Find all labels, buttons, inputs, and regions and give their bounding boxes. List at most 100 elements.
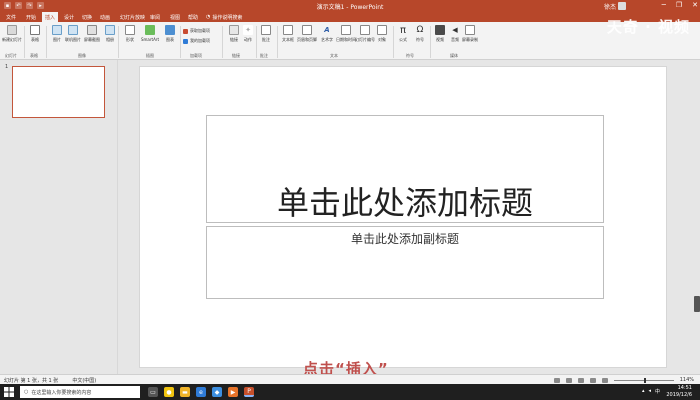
powerpoint-icon[interactable]: P bbox=[244, 387, 254, 397]
app-blue-icon[interactable]: ◆ bbox=[212, 387, 222, 397]
tab-help[interactable]: 帮助 bbox=[188, 14, 198, 21]
pictures-label: 图片 bbox=[53, 37, 61, 42]
language-indicator[interactable]: 中文(中国) bbox=[72, 377, 96, 384]
minimize-button[interactable]: ─ bbox=[662, 1, 666, 9]
tab-transitions[interactable]: 切换 bbox=[82, 14, 92, 21]
group-label-text: 文本 bbox=[330, 53, 338, 58]
my-addins-label: 我的加载项 bbox=[190, 38, 210, 43]
screen-recording-button[interactable]: 屏幕录制 bbox=[460, 25, 480, 43]
maximize-button[interactable]: ❐ bbox=[676, 1, 682, 9]
online-pictures-label: 联机图片 bbox=[65, 37, 81, 42]
date-time-button[interactable]: 日期和时间 bbox=[336, 25, 356, 43]
symbol-label: 符号 bbox=[416, 37, 424, 42]
ime-indicator[interactable]: 中 bbox=[655, 388, 660, 395]
smartart-button[interactable]: SmartArt bbox=[140, 25, 160, 42]
group-label-symbols: 符号 bbox=[406, 53, 414, 58]
close-button[interactable]: ✕ bbox=[692, 1, 698, 9]
status-bar: 幻灯片 第 1 张，共 1 张 中文(中国) 114% bbox=[0, 374, 700, 384]
slide-canvas: 单击此处添加标题 单击此处添加副标题 bbox=[118, 60, 694, 374]
zoom-knob[interactable] bbox=[643, 377, 646, 383]
normal-view-icon[interactable] bbox=[565, 377, 572, 383]
subtitle-placeholder[interactable]: 单击此处添加副标题 bbox=[206, 226, 604, 299]
file-explorer-icon[interactable]: ▬ bbox=[180, 387, 190, 397]
get-addins-button[interactable]: 获取加载项 bbox=[183, 28, 210, 34]
task-view-icon[interactable]: ▭ bbox=[148, 387, 158, 397]
reading-view-icon[interactable] bbox=[589, 377, 596, 383]
taskbar-clock[interactable]: 14:51 2019/12/6 bbox=[666, 385, 692, 399]
tab-file[interactable]: 文件 bbox=[6, 14, 16, 21]
tell-me-box[interactable]: ◔ 操作说明搜索 bbox=[206, 14, 242, 21]
group-label-media: 媒体 bbox=[450, 53, 458, 58]
network-icon[interactable]: ▴ bbox=[642, 388, 645, 395]
tab-slideshow[interactable]: 幻灯片放映 bbox=[120, 14, 145, 21]
watermark-logo: 天奇 · 视频 bbox=[606, 18, 690, 36]
volume-icon[interactable]: ◂ bbox=[648, 388, 651, 395]
edge-icon[interactable]: e bbox=[196, 387, 206, 397]
audio-label: 音频 bbox=[451, 37, 459, 42]
screen-recording-icon bbox=[465, 25, 475, 35]
table-label: 表格 bbox=[31, 37, 39, 42]
slide-sorter-icon[interactable] bbox=[577, 377, 584, 383]
slide[interactable]: 单击此处添加标题 单击此处添加副标题 bbox=[139, 66, 667, 368]
album-icon bbox=[105, 25, 115, 35]
clock-time: 14:51 bbox=[677, 385, 692, 391]
chart-icon bbox=[165, 25, 175, 35]
group-label-images: 图像 bbox=[78, 53, 86, 58]
new-slide-label: 新建幻灯片 bbox=[2, 37, 22, 42]
action-button[interactable]: ✦ 动作 bbox=[238, 25, 258, 43]
online-picture-icon bbox=[68, 25, 78, 35]
textbox-button[interactable]: 文本框 bbox=[278, 25, 298, 43]
tab-review[interactable]: 审阅 bbox=[150, 14, 160, 21]
notes-icon[interactable] bbox=[553, 377, 560, 383]
textbox-icon bbox=[283, 25, 293, 35]
slide-thumbnail[interactable] bbox=[12, 66, 105, 118]
tab-insert[interactable]: 插入 bbox=[42, 12, 59, 22]
chrome-icon[interactable]: ● bbox=[164, 387, 174, 397]
header-footer-label: 页眉和页脚 bbox=[297, 37, 317, 42]
chart-button[interactable]: 图表 bbox=[160, 25, 180, 43]
tab-animations[interactable]: 动画 bbox=[100, 14, 110, 21]
title-placeholder[interactable]: 单击此处添加标题 bbox=[206, 115, 604, 223]
screenshot-label: 屏幕截图 bbox=[84, 37, 100, 42]
tab-view[interactable]: 视图 bbox=[170, 14, 180, 21]
tab-home[interactable]: 开始 bbox=[26, 14, 36, 21]
album-button[interactable]: 相册 bbox=[100, 25, 120, 43]
textbox-label: 文本框 bbox=[282, 37, 294, 42]
slideshow-icon[interactable] bbox=[601, 377, 608, 383]
speaker-icon: ◀ bbox=[452, 26, 458, 34]
table-button[interactable]: 表格 bbox=[25, 25, 45, 43]
search-placeholder: 在这里输入你要搜索的内容 bbox=[31, 389, 92, 396]
screenshot-button[interactable]: 屏幕截图 bbox=[82, 25, 102, 43]
app-orange-icon[interactable]: ▶ bbox=[228, 387, 238, 397]
user-name[interactable]: 徐杰 bbox=[604, 2, 616, 11]
zoom-slider[interactable] bbox=[613, 377, 674, 383]
header-footer-button[interactable]: 页眉和页脚 bbox=[297, 25, 317, 43]
avatar[interactable] bbox=[618, 2, 626, 10]
windows-start-icon[interactable] bbox=[4, 387, 14, 397]
tab-design[interactable]: 设计 bbox=[64, 14, 74, 21]
symbol-button[interactable]: Ω 符号 bbox=[410, 25, 430, 43]
new-slide-icon bbox=[7, 25, 17, 35]
object-label: 对象 bbox=[378, 37, 386, 42]
taskbar-search[interactable]: ○ 在这里输入你要搜索的内容 bbox=[20, 386, 140, 398]
group-divider bbox=[118, 26, 119, 58]
group-divider bbox=[180, 26, 181, 58]
slide-number-icon bbox=[360, 25, 370, 35]
new-slide-button[interactable]: 新建幻灯片 bbox=[2, 25, 22, 43]
header-footer-icon bbox=[302, 25, 312, 35]
system-tray: ▴ ◂ 中 bbox=[642, 388, 660, 395]
vertical-scrollbar[interactable] bbox=[694, 60, 700, 374]
group-label-links: 链接 bbox=[232, 53, 240, 58]
comment-label: 批注 bbox=[262, 37, 270, 42]
date-time-label: 日期和时间 bbox=[336, 37, 356, 42]
group-label-table: 表格 bbox=[30, 53, 38, 58]
shapes-icon bbox=[125, 25, 135, 35]
side-panel-handle[interactable] bbox=[694, 296, 700, 312]
zoom-level[interactable]: 114% bbox=[680, 377, 694, 383]
online-pictures-button[interactable]: 联机图片 bbox=[63, 25, 83, 43]
wordart-button[interactable]: A 艺术字 bbox=[317, 25, 337, 43]
comment-button[interactable]: 批注 bbox=[256, 25, 276, 43]
object-button[interactable]: 对象 bbox=[372, 25, 392, 43]
my-addins-button[interactable]: 我的加载项 bbox=[183, 38, 210, 44]
shapes-button[interactable]: 形状 bbox=[120, 25, 140, 43]
